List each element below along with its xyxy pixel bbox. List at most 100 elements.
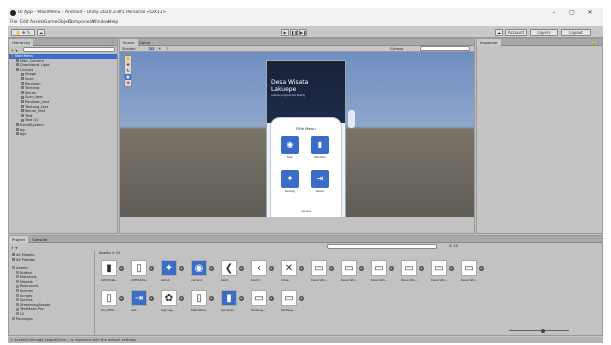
expand-sprite-icon[interactable]: ▸ bbox=[269, 295, 274, 301]
panel-menu-icon[interactable]: ⋮ bbox=[110, 40, 114, 45]
maximize-button[interactable]: ▢ bbox=[566, 9, 578, 17]
asset-thumbnail[interactable]: ▯ bbox=[191, 290, 207, 306]
asset-thumbnail[interactable]: ❮ bbox=[221, 260, 237, 276]
asset-thumbnail[interactable]: ▯ bbox=[101, 290, 117, 306]
project-search-input[interactable] bbox=[327, 244, 437, 249]
gizmos-dropdown[interactable]: Gizmos bbox=[390, 47, 403, 51]
collab-icon[interactable]: ☁ bbox=[495, 28, 503, 36]
asset-label: logo ug... bbox=[161, 308, 176, 312]
expand-sprite-icon[interactable]: ▸ bbox=[179, 295, 184, 301]
asset-thumbnail[interactable]: ▭ bbox=[311, 260, 327, 276]
pause-button[interactable]: ❚❚ bbox=[290, 28, 298, 36]
tab-scene[interactable]: Scene bbox=[120, 39, 138, 46]
expand-sprite-icon[interactable]: ▸ bbox=[269, 265, 274, 271]
status-message[interactable]: ⚠ Assets/UI/image_target/Scan... is impo… bbox=[10, 338, 310, 342]
menu-component[interactable]: Component bbox=[68, 20, 94, 25]
expand-sprite-icon[interactable]: ▸ bbox=[149, 265, 154, 271]
folder-label: StreamingAssets bbox=[20, 302, 51, 307]
tab-project[interactable]: Project bbox=[9, 236, 28, 243]
account-dropdown[interactable]: Account bbox=[505, 28, 527, 36]
asset-thumbnail[interactable]: ✦ bbox=[161, 260, 177, 276]
sprite-preview-icon: ▭ bbox=[434, 263, 444, 274]
step-button[interactable]: ▶❚ bbox=[299, 28, 307, 36]
asset-thumbnail[interactable]: ▭ bbox=[341, 260, 357, 276]
transform-tool-icon[interactable]: ⊕ bbox=[125, 80, 131, 86]
tab-console[interactable]: Console bbox=[29, 236, 50, 243]
expand-sprite-icon[interactable]: ▸ bbox=[389, 265, 394, 271]
expand-sprite-icon[interactable]: ▸ bbox=[179, 265, 184, 271]
scene-viewport[interactable]: ✋ ✥ ↻ ▣ ⊕ Desa Wisata Lakuepe Aplikasi A… bbox=[120, 52, 474, 217]
expand-sprite-icon[interactable]: ▸ bbox=[119, 265, 124, 271]
expand-sprite-icon[interactable]: ▸ bbox=[299, 265, 304, 271]
asset-thumbnail[interactable]: ⇥ bbox=[131, 290, 147, 306]
menu-edit[interactable]: Edit bbox=[20, 20, 29, 25]
create-dropdown[interactable]: + ▾ bbox=[11, 48, 17, 53]
asset-thumbnail[interactable]: ▭ bbox=[401, 260, 417, 276]
asset-thumbnail[interactable]: ‹ bbox=[251, 260, 267, 276]
panel-menu-icon[interactable]: ⋮ bbox=[596, 40, 600, 45]
exit-icon[interactable]: ⇥ bbox=[311, 170, 329, 188]
hidden-packages-toggle[interactable]: ⊘ 15 bbox=[449, 244, 458, 248]
expand-sprite-icon[interactable]: ▸ bbox=[449, 265, 454, 271]
expand-sprite-icon[interactable]: ▸ bbox=[209, 265, 214, 271]
expand-sprite-icon[interactable]: ▸ bbox=[359, 265, 364, 271]
scene-search-input[interactable] bbox=[420, 46, 470, 52]
create-asset-dropdown[interactable]: + ▾ bbox=[11, 245, 17, 250]
asset-thumbnail[interactable]: ▭ bbox=[461, 260, 477, 276]
scene-tool-overlay[interactable]: ✋ ✥ ↻ ▣ ⊕ bbox=[124, 55, 132, 87]
asset-thumbnail[interactable]: ▮ bbox=[101, 260, 117, 276]
asset-thumbnail[interactable]: ▭ bbox=[371, 260, 387, 276]
layers-dropdown[interactable]: Layers bbox=[530, 28, 558, 36]
favorite-all-models[interactable]: All Models bbox=[12, 253, 34, 258]
expand-sprite-icon[interactable]: ▸ bbox=[479, 265, 484, 271]
lighting-toggle-icon[interactable]: ☀ bbox=[158, 47, 161, 51]
expand-sprite-icon[interactable]: ▸ bbox=[149, 295, 154, 301]
info-icon[interactable]: ✦ bbox=[281, 170, 299, 188]
asset-thumbnail[interactable]: ▮ bbox=[221, 290, 237, 306]
minimize-button[interactable]: – bbox=[548, 9, 560, 17]
asset-thumbnail[interactable]: ▭ bbox=[251, 290, 267, 306]
asset-thumbnail[interactable]: ▯ bbox=[131, 260, 147, 276]
menu-help[interactable]: Help bbox=[108, 20, 118, 25]
inspector-tabbar: Inspector 🔒 ⋮ bbox=[477, 39, 602, 46]
expand-sprite-icon[interactable]: ▸ bbox=[239, 265, 244, 271]
expand-sprite-icon[interactable]: ▸ bbox=[419, 265, 424, 271]
cloud-button[interactable]: ☁ bbox=[37, 28, 45, 36]
hierarchy-item-label: Tentang_text bbox=[25, 104, 49, 109]
expand-sprite-icon[interactable]: ▸ bbox=[119, 295, 124, 301]
tab-hierarchy[interactable]: Hierarchy bbox=[9, 39, 34, 46]
audio-toggle-icon[interactable]: ♪ bbox=[166, 47, 168, 51]
close-button[interactable]: ✕ bbox=[584, 9, 596, 17]
gameobject-icon bbox=[11, 54, 14, 58]
camera-icon[interactable]: ◉ bbox=[281, 136, 299, 154]
asset-label: Desa Wis... bbox=[341, 278, 358, 282]
shading-mode-dropdown[interactable]: Shaded bbox=[122, 47, 136, 51]
transform-tools-group[interactable]: ✋ ✥ ↻ bbox=[11, 28, 35, 36]
hierarchy-item[interactable]: bg1 bbox=[9, 132, 27, 137]
zoom-slider[interactable] bbox=[509, 330, 569, 331]
tab-game[interactable]: Game bbox=[136, 39, 153, 46]
expand-sprite-icon[interactable]: ▸ bbox=[329, 265, 334, 271]
play-button[interactable]: ▶ bbox=[281, 28, 289, 36]
expand-sprite-icon[interactable]: ▸ bbox=[299, 295, 304, 301]
mode-2d-toggle[interactable]: 2D bbox=[148, 46, 156, 51]
folder-item[interactable]: Packages bbox=[9, 317, 33, 322]
menu-file[interactable]: File bbox=[10, 20, 18, 25]
asset-thumbnail[interactable]: ✕ bbox=[281, 260, 297, 276]
zoom-slider-handle[interactable] bbox=[541, 328, 545, 333]
tab-inspector[interactable]: Inspector bbox=[477, 39, 501, 46]
canvas-phone-preview[interactable]: Desa Wisata Lakuepe Aplikasi Augmented R… bbox=[266, 60, 346, 217]
menu-assets[interactable]: Assets bbox=[30, 20, 45, 25]
gameobject-icon bbox=[21, 72, 24, 76]
book-icon[interactable]: ▮ bbox=[311, 136, 329, 154]
asset-thumbnail[interactable]: ▭ bbox=[281, 290, 297, 306]
asset-thumbnail[interactable]: ▭ bbox=[431, 260, 447, 276]
expand-sprite-icon[interactable]: ▸ bbox=[239, 295, 244, 301]
expand-sprite-icon[interactable]: ▸ bbox=[209, 295, 214, 301]
window-title: UI App - MainMenu - Android - Unity 2020… bbox=[18, 10, 167, 15]
layout-dropdown[interactable]: Layout bbox=[561, 28, 591, 36]
asset-thumbnail[interactable]: ✿ bbox=[161, 290, 177, 306]
asset-thumbnail[interactable]: ◉ bbox=[191, 260, 207, 276]
favorite-all-prefabs[interactable]: All Prefabs bbox=[12, 258, 35, 263]
hierarchy-search-input[interactable] bbox=[23, 47, 115, 52]
